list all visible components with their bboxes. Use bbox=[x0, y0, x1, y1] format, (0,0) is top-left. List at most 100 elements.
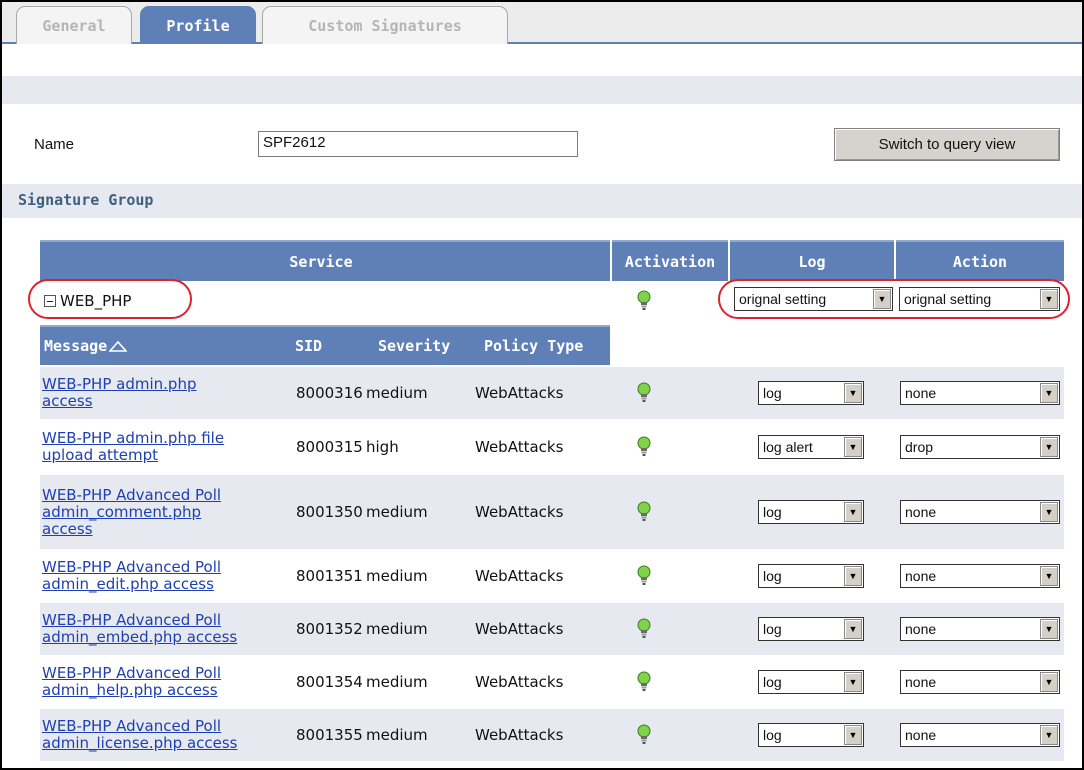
log-select[interactable]: log ▼ bbox=[758, 500, 864, 524]
sid-cell: 8000316 bbox=[296, 384, 363, 402]
dropdown-arrow-icon: ▼ bbox=[1040, 502, 1058, 522]
severity-cell: medium bbox=[366, 673, 428, 691]
action-header: Action bbox=[896, 240, 1064, 281]
service-header[interactable]: Service bbox=[40, 240, 610, 281]
sid-cell: 8001352 bbox=[296, 620, 363, 638]
action-select-value: none bbox=[905, 504, 937, 520]
log-select-value: log bbox=[763, 504, 782, 520]
action-select[interactable]: none ▼ bbox=[900, 723, 1060, 747]
tab-custom-signatures[interactable]: Custom Signatures bbox=[262, 6, 508, 44]
activation-bulb-icon[interactable] bbox=[636, 724, 652, 746]
policy-type-cell: WebAttacks bbox=[475, 726, 564, 744]
activation-bulb-icon[interactable] bbox=[636, 501, 652, 523]
name-input[interactable]: SPF2612 bbox=[258, 131, 578, 157]
dropdown-arrow-icon: ▼ bbox=[844, 437, 862, 457]
policy-type-cell: WebAttacks bbox=[475, 567, 564, 585]
message-link[interactable]: WEB-PHP admin.php file upload attempt bbox=[42, 420, 292, 474]
activation-bulb-icon[interactable] bbox=[636, 290, 652, 312]
name-label: Name bbox=[34, 136, 75, 153]
message-line[interactable]: WEB-PHP admin.php bbox=[42, 376, 196, 393]
severity-cell: high bbox=[366, 438, 399, 456]
message-link[interactable]: WEB-PHP Advanced Poll admin_comment.php ac… bbox=[42, 475, 292, 549]
log-select[interactable]: log alert ▼ bbox=[758, 435, 864, 459]
message-link[interactable]: WEB-PHP Advanced Poll admin_help.php acce… bbox=[42, 656, 292, 708]
activation-bulb-icon[interactable] bbox=[636, 565, 652, 587]
action-select-value: none bbox=[905, 674, 937, 690]
message-header[interactable]: Message bbox=[44, 337, 128, 355]
dropdown-arrow-icon: ▼ bbox=[844, 502, 862, 522]
sid-cell: 8001350 bbox=[296, 503, 363, 521]
message-text[interactable]: WEB-PHP Advanced Poll admin_embed.php acc… bbox=[42, 612, 237, 646]
message-line[interactable]: access bbox=[42, 520, 221, 538]
action-select[interactable]: none ▼ bbox=[900, 381, 1060, 405]
tab-bar: General Profile Custom Signatures bbox=[2, 2, 1082, 44]
activation-bulb-icon[interactable] bbox=[636, 618, 652, 640]
policy-type-cell: WebAttacks bbox=[475, 384, 564, 402]
message-line[interactable]: WEB-PHP Advanced Poll bbox=[42, 718, 238, 735]
tab-general[interactable]: General bbox=[16, 6, 132, 44]
action-select[interactable]: none ▼ bbox=[900, 617, 1060, 641]
tab-profile[interactable]: Profile bbox=[140, 6, 256, 44]
message-line[interactable]: admin_edit.php access bbox=[42, 576, 221, 593]
message-link[interactable]: WEB-PHP Advanced Poll admin_embed.php acc… bbox=[42, 603, 292, 655]
message-text[interactable]: WEB-PHP admin.php access bbox=[42, 376, 196, 410]
severity-header[interactable]: Severity bbox=[378, 337, 450, 355]
severity-cell: medium bbox=[366, 620, 428, 638]
message-link[interactable]: WEB-PHP Advanced Poll admin_license.php a… bbox=[42, 709, 292, 761]
message-line[interactable]: upload attempt bbox=[42, 447, 224, 464]
severity-cell: medium bbox=[366, 726, 428, 744]
log-select[interactable]: log ▼ bbox=[758, 564, 864, 588]
message-line[interactable]: admin_embed.php access bbox=[42, 629, 237, 646]
message-line[interactable]: WEB-PHP Advanced Poll bbox=[42, 665, 221, 682]
message-line[interactable]: WEB-PHP admin.php file bbox=[42, 430, 224, 447]
message-text[interactable]: WEB-PHP Advanced Poll admin_license.php a… bbox=[42, 718, 238, 752]
message-text[interactable]: WEB-PHP Advanced Poll admin_edit.php acce… bbox=[42, 559, 221, 593]
log-select[interactable]: log ▼ bbox=[758, 670, 864, 694]
dropdown-arrow-icon: ▼ bbox=[1040, 619, 1058, 639]
action-select[interactable]: drop ▼ bbox=[900, 435, 1060, 459]
switch-to-query-view-button[interactable]: Switch to query view bbox=[834, 128, 1060, 161]
dropdown-arrow-icon: ▼ bbox=[844, 619, 862, 639]
log-select-value: log bbox=[763, 385, 782, 401]
policy-type-header[interactable]: Policy Type bbox=[484, 337, 583, 355]
message-link[interactable]: WEB-PHP Advanced Poll admin_edit.php acce… bbox=[42, 550, 292, 602]
message-line[interactable]: WEB-PHP Advanced Poll bbox=[42, 559, 221, 576]
action-select[interactable]: none ▼ bbox=[900, 670, 1060, 694]
severity-cell: medium bbox=[366, 503, 428, 521]
dropdown-arrow-icon: ▼ bbox=[1040, 672, 1058, 692]
log-select[interactable]: log ▼ bbox=[758, 381, 864, 405]
highlight-oval-group bbox=[28, 279, 192, 319]
message-line[interactable]: admin_license.php access bbox=[42, 735, 238, 752]
message-link[interactable]: WEB-PHP admin.php access bbox=[42, 367, 292, 419]
dropdown-arrow-icon: ▼ bbox=[844, 672, 862, 692]
sid-header[interactable]: SID bbox=[295, 337, 322, 355]
signature-group-band bbox=[2, 184, 1082, 218]
sort-ascending-icon bbox=[109, 340, 128, 352]
action-select[interactable]: none ▼ bbox=[900, 564, 1060, 588]
action-select[interactable]: none ▼ bbox=[900, 500, 1060, 524]
log-select-value: log bbox=[763, 568, 782, 584]
message-header-label: Message bbox=[44, 337, 108, 355]
message-text[interactable]: WEB-PHP admin.php file upload attempt bbox=[42, 430, 224, 464]
log-select-value: log bbox=[763, 674, 782, 690]
message-line[interactable]: WEB-PHP Advanced Poll bbox=[42, 612, 237, 629]
service-header-label: Service bbox=[289, 252, 353, 271]
activation-bulb-icon[interactable] bbox=[636, 382, 652, 404]
activation-bulb-icon[interactable] bbox=[636, 436, 652, 458]
log-header: Log bbox=[730, 240, 894, 281]
message-text[interactable]: WEB-PHP Advanced Poll admin_comment.php ac… bbox=[42, 486, 221, 538]
message-text[interactable]: WEB-PHP Advanced Poll admin_help.php acce… bbox=[42, 665, 221, 699]
message-line[interactable]: admin_help.php access bbox=[42, 682, 221, 699]
message-line[interactable]: access bbox=[42, 393, 196, 410]
dropdown-arrow-icon: ▼ bbox=[1040, 437, 1058, 457]
activation-bulb-icon[interactable] bbox=[636, 671, 652, 693]
sid-cell: 8001355 bbox=[296, 726, 363, 744]
log-select[interactable]: log ▼ bbox=[758, 723, 864, 747]
sid-cell: 8001354 bbox=[296, 673, 363, 691]
log-select[interactable]: log ▼ bbox=[758, 617, 864, 641]
message-line[interactable]: WEB-PHP Advanced Poll bbox=[42, 486, 221, 504]
activation-header: Activation bbox=[612, 240, 728, 281]
dropdown-arrow-icon: ▼ bbox=[1040, 383, 1058, 403]
message-line[interactable]: admin_comment.php bbox=[42, 503, 221, 521]
policy-type-cell: WebAttacks bbox=[475, 673, 564, 691]
